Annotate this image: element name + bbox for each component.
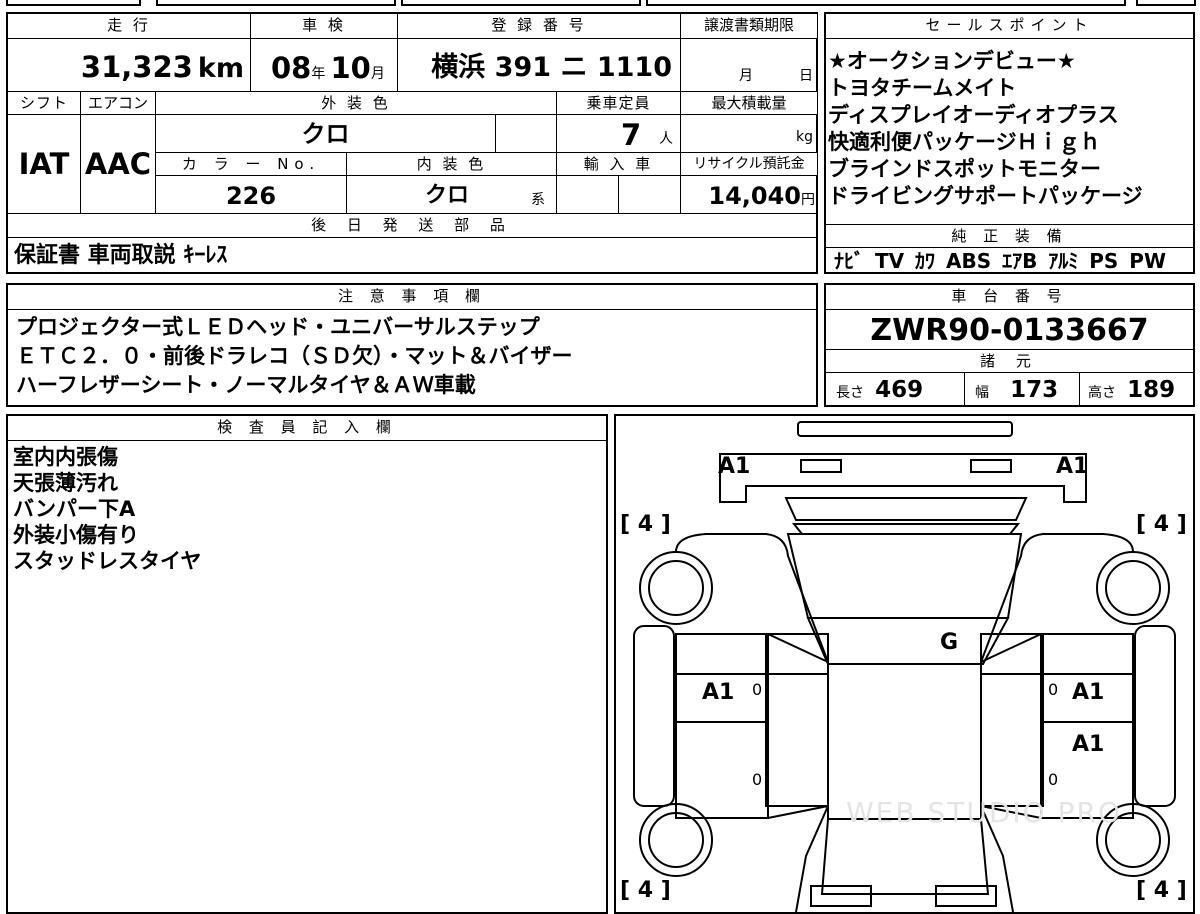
notes-header: 注 意 事 項 欄 [8, 285, 816, 309]
interior-color-value: クロ 系 [425, 183, 545, 208]
front-right-mark: A1 [1056, 454, 1089, 479]
inspector-text: 室内内張傷 天張薄汚れ バンパー下A 外装小傷有り スタッドレスタイヤ [13, 444, 603, 584]
tire-rear-right: [ 4 ] [1136, 878, 1187, 903]
inspector-line: 室内内張傷 [13, 445, 118, 469]
zero-mark: 0 [1048, 680, 1059, 699]
shift-value: IAT [18, 147, 70, 181]
later-parts-value: 保証書 車両取説 ｷｰﾚｽ [14, 243, 228, 268]
sales-points-panel: セールスポイント ★オークションデビュー★ トヨタチームメイト ディスプレイオー… [824, 12, 1195, 274]
notes-line: プロジェクター式ＬＥＤヘッド・ユニバーサルステップ [16, 315, 540, 339]
car-outline-drawing [633, 421, 1176, 912]
notes-line: ハーフレザーシート・ノーマルタイヤ＆ＡＷ車載 [16, 373, 476, 397]
exterior-color-header: 外 装 色 [156, 92, 556, 114]
spec-height: 高さ 189 [1088, 377, 1176, 403]
sales-point-line: トヨタチームメイト [828, 76, 1017, 100]
capacity-value: 7 人 [621, 118, 673, 152]
sales-point-line: ブラインドスポットモニター [828, 157, 1101, 181]
sales-point-line: 快適利便パッケージＨｉｇｈ [828, 130, 1101, 154]
top-strip [6, 0, 1196, 8]
aircon-header: エアコン [81, 92, 155, 114]
notes-text: プロジェクター式ＬＥＤヘッド・ユニバーサルステップ ＥＴＣ２．０・前後ドラレコ（… [16, 313, 816, 405]
sales-point-line: ディスプレイオーディオプラス [828, 103, 1119, 127]
genuine-equipment-value: ﾅﾋﾞ TV ｶﾜ ABS ｴｱB ｱﾙﾐ PS PW [834, 249, 1167, 272]
notes-line: ＥＴＣ２．０・前後ドラレコ（ＳＤ欠）・マット＆バイザー [16, 344, 573, 368]
zero-mark: 0 [1048, 770, 1059, 789]
inspection-value: 08年 10月 [271, 51, 385, 85]
right-front-door-mark: A1 [1072, 680, 1105, 705]
registration-value: 横浜 391 ニ 1110 [431, 52, 672, 83]
recycle-header: リサイクル預託金 [681, 153, 817, 175]
interior-color-header: 内 装 色 [347, 153, 556, 175]
chassis-number: ZWR90-0133667 [870, 313, 1149, 348]
tire-front-left: [ 4 ] [620, 512, 671, 537]
notes-panel: 注 意 事 項 欄 プロジェクター式ＬＥＤヘッド・ユニバーサルステップ ＥＴＣ２… [6, 283, 818, 407]
mileage-value: 31,323 km [80, 50, 244, 84]
sales-points-list: ★オークションデビュー★ トヨタチームメイト ディスプレイオーディオプラス 快適… [828, 48, 1193, 218]
main-info-table: 走 行 車 検 登 録 番 号 譲渡書類期限 31,323 km 08年 10月… [6, 12, 818, 274]
max-load-header: 最大積載量 [681, 92, 817, 114]
roof-mark: G [940, 630, 959, 655]
tire-rear-left: [ 4 ] [620, 878, 671, 903]
specs-header: 諸 元 [826, 350, 1193, 372]
import-header: 輸 入 車 [557, 153, 680, 175]
recycle-value: 14,040円 [708, 182, 815, 210]
chassis-specs-panel: 車 台 番 号 ZWR90-0133667 諸 元 長さ 469 幅 173 高… [824, 283, 1195, 407]
exterior-color-value: クロ [301, 120, 350, 148]
front-left-mark: A1 [718, 454, 751, 479]
spec-length: 長さ 469 [836, 377, 924, 403]
left-front-door-mark: A1 [702, 680, 735, 705]
right-rear-door-mark: A1 [1072, 732, 1105, 757]
later-parts-header: 後 日 発 送 部 品 [8, 214, 816, 238]
inspection-header: 車 検 [251, 14, 397, 38]
inspector-line: 外装小傷有り [13, 523, 139, 547]
transfer-value: 月 日 [739, 68, 813, 84]
aircon-value: AAC [84, 147, 152, 181]
tire-front-right: [ 4 ] [1136, 512, 1187, 537]
shift-header: シフト [8, 92, 80, 114]
chassis-header: 車 台 番 号 [826, 285, 1193, 309]
inspector-line: バンパー下A [13, 497, 136, 521]
color-no-value: 226 [225, 182, 277, 210]
car-condition-diagram: A1 A1 [ 4 ] [ 4 ] [ 4 ] [ 4 ] G A1 A1 A1… [614, 414, 1195, 914]
zero-mark: 0 [752, 680, 763, 699]
spec-width: 幅 173 [975, 377, 1059, 403]
sales-point-line: ★オークションデビュー★ [828, 49, 1076, 73]
watermark: WEB STUDIO PRO [846, 796, 1122, 829]
color-no-header: カ ラ ー No. [156, 153, 346, 175]
capacity-header: 乗車定員 [557, 92, 680, 114]
transfer-header: 譲渡書類期限 [681, 14, 817, 38]
sales-point-line: ドライビングサポートパッケージ [828, 184, 1143, 208]
zero-mark: 0 [752, 770, 763, 789]
sales-points-header: セールスポイント [826, 14, 1193, 38]
inspector-line: スタッドレスタイヤ [13, 549, 202, 573]
inspector-header: 検 査 員 記 入 欄 [8, 416, 606, 440]
genuine-equipment-header: 純 正 装 備 [826, 225, 1193, 247]
inspector-panel: 検 査 員 記 入 欄 室内内張傷 天張薄汚れ バンパー下A 外装小傷有り スタ… [6, 414, 608, 914]
registration-header: 登 録 番 号 [398, 14, 680, 38]
mileage-header: 走 行 [8, 14, 250, 38]
max-load-value: kg [796, 129, 813, 145]
inspector-line: 天張薄汚れ [13, 471, 118, 495]
